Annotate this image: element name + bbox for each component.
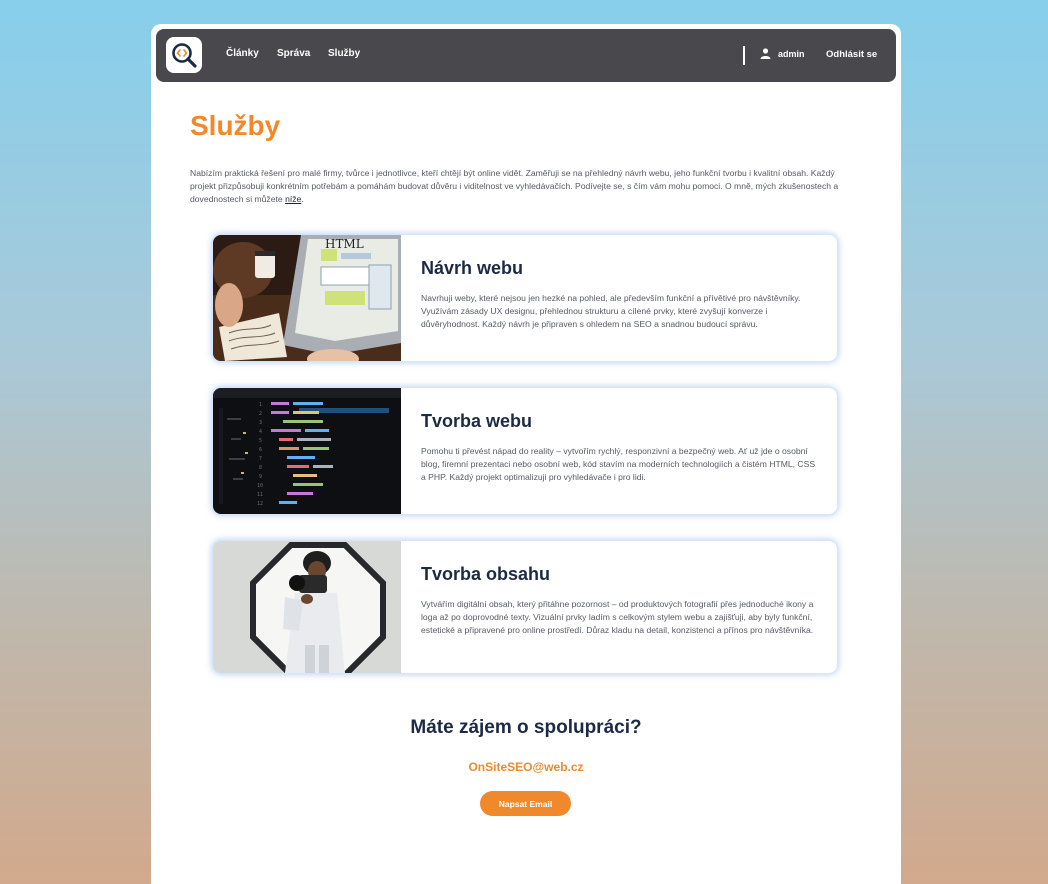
svg-text:4: 4 bbox=[259, 429, 262, 435]
navbar: Články Správa Služby admin Odhlásit se bbox=[156, 29, 896, 82]
service-title: Tvorba webu bbox=[421, 411, 533, 431]
svg-text:11: 11 bbox=[257, 492, 263, 498]
svg-text:10: 10 bbox=[257, 483, 263, 489]
nav-divider bbox=[743, 46, 745, 65]
about-link[interactable]: níže bbox=[285, 194, 301, 204]
magnifier-code-icon bbox=[172, 43, 197, 68]
service-card-tvorba-webu: 1234 5678 9 10 11 12 Tvorba webu Pomohu … bbox=[212, 387, 838, 515]
cta-title: Máte zájem o spolupráci? bbox=[410, 717, 642, 738]
page-title: Služby bbox=[190, 110, 281, 141]
service-card-tvorba-obsahu: Tvorba obsahu Vytvářím digitální obsah, … bbox=[212, 540, 838, 674]
intro-paragraph: Nabízím praktická řešení pro malé firmy,… bbox=[190, 167, 856, 206]
service-description: Navrhuji weby, které nejsou jen hezké na… bbox=[421, 293, 801, 329]
logout-link[interactable]: Odhlásit se bbox=[826, 49, 877, 60]
svg-text:8: 8 bbox=[259, 465, 262, 471]
user-icon bbox=[760, 48, 771, 59]
svg-text:5: 5 bbox=[259, 438, 262, 444]
service-description: Vytvářím digitální obsah, který přitáhne… bbox=[421, 599, 814, 635]
svg-text:6: 6 bbox=[259, 447, 262, 453]
svg-text:HTML: HTML bbox=[325, 237, 364, 251]
nav-link-sluzby[interactable]: Služby bbox=[328, 48, 360, 59]
username: admin bbox=[778, 49, 805, 59]
service-card-navrh-webu: HTML Návrh webu Navrhuji weby, které nej… bbox=[212, 234, 838, 362]
svg-text:2: 2 bbox=[259, 411, 262, 417]
service-image-laptop: HTML bbox=[213, 235, 401, 361]
svg-text:9: 9 bbox=[259, 474, 262, 480]
service-title: Návrh webu bbox=[421, 258, 524, 278]
page-container: Články Správa Služby admin Odhlásit se S… bbox=[151, 24, 901, 884]
service-image-code: 1234 5678 9 10 11 12 bbox=[213, 388, 401, 514]
svg-text:1: 1 bbox=[259, 402, 262, 408]
intro-end: . bbox=[301, 194, 304, 204]
send-email-button[interactable]: Napsat Email bbox=[480, 791, 571, 816]
svg-text:12: 12 bbox=[257, 501, 263, 507]
svg-text:7: 7 bbox=[259, 456, 262, 462]
logo[interactable] bbox=[166, 37, 202, 73]
svg-text:3: 3 bbox=[259, 420, 262, 426]
nav-link-sprava[interactable]: Správa bbox=[277, 48, 310, 59]
service-image-photographer bbox=[213, 541, 401, 673]
service-description: Pomohu ti převést nápad do reality – vyt… bbox=[421, 446, 816, 482]
nav-link-clanky[interactable]: Články bbox=[226, 48, 259, 59]
contact-email[interactable]: OnSiteSEO@web.cz bbox=[151, 760, 901, 774]
service-title: Tvorba obsahu bbox=[421, 564, 551, 584]
